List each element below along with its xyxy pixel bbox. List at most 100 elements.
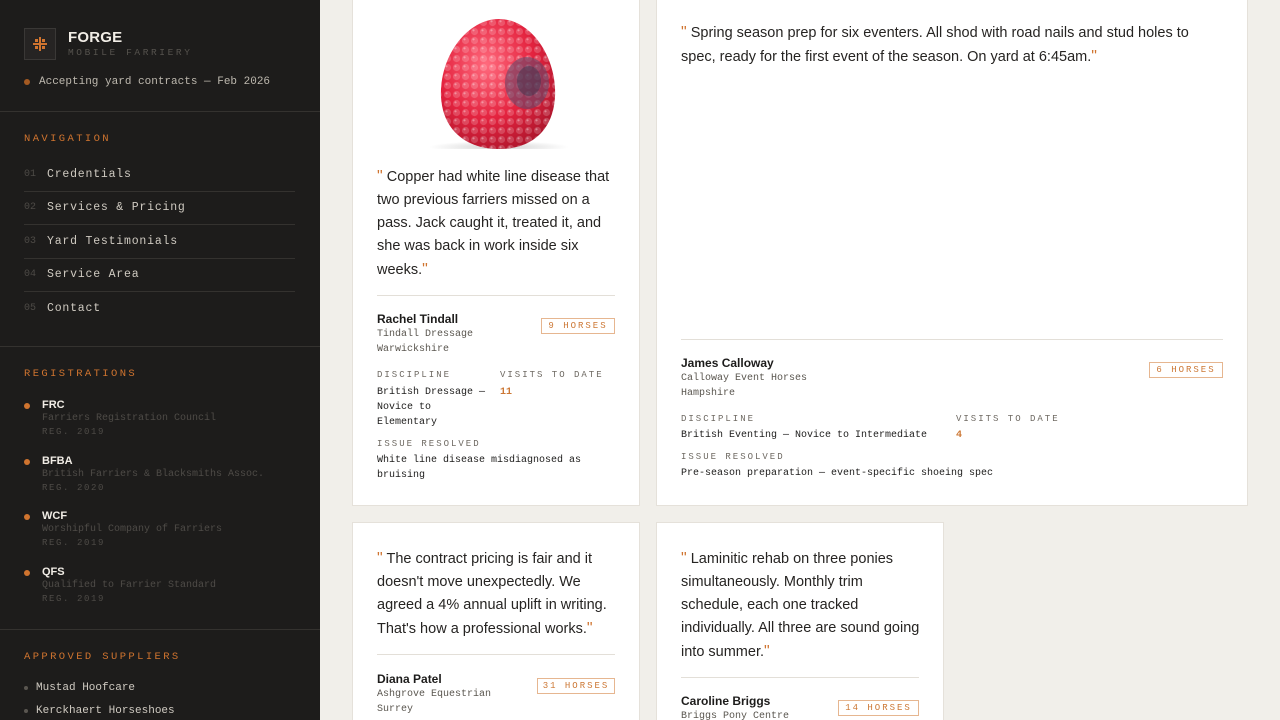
nav-item-number: 03 bbox=[24, 235, 37, 247]
client-name: Rachel Tindall bbox=[377, 312, 459, 326]
sidebar: FORGE MOBILE FARRIERY Accepting yard con… bbox=[0, 0, 320, 720]
close-quote-icon: " bbox=[1091, 48, 1097, 65]
nav-item-label: Credentials bbox=[47, 167, 132, 181]
client-name: Diana Patel bbox=[377, 672, 442, 686]
testimonial-quote: " Laminitic rehab on three ponies simult… bbox=[681, 547, 921, 664]
issue-label: ISSUE RESOLVED bbox=[377, 439, 481, 449]
bullet-icon bbox=[24, 570, 30, 577]
client-yard: Tindall Dressage bbox=[377, 329, 474, 340]
testimonial-card: " Spring season prep for six eventers. A… bbox=[656, 0, 1248, 506]
close-quote-icon: " bbox=[586, 620, 593, 637]
bullet-icon bbox=[24, 403, 30, 409]
registration-year: REG. 2019 bbox=[42, 538, 106, 549]
testimonial-card: " Copper had white line disease that two… bbox=[352, 0, 640, 506]
quote-text: Copper had white line disease that two p… bbox=[377, 169, 610, 278]
nav-item-contact[interactable]: 05 Contact bbox=[24, 292, 295, 326]
visits-value: 11 bbox=[500, 387, 513, 398]
registration-year: REG. 2019 bbox=[42, 594, 106, 605]
visits-label: VISITS TO DATE bbox=[956, 414, 1060, 424]
open-quote-icon: " bbox=[377, 168, 383, 185]
status-dot-icon bbox=[24, 79, 30, 85]
brand[interactable]: FORGE MOBILE FARRIERY bbox=[24, 28, 193, 60]
nav-item-number: 04 bbox=[24, 269, 37, 281]
nav-item-services-pricing[interactable]: 02 Services & Pricing bbox=[24, 192, 295, 225]
discipline-value: British Dressage — Novice to Elementary bbox=[377, 387, 486, 428]
forge-logo-icon bbox=[24, 28, 56, 60]
status-text: Accepting yard contracts — Feb 2026 bbox=[39, 76, 271, 88]
registration-name: Qualified to Farrier Standard bbox=[42, 580, 217, 592]
issue-value: White line disease misdiagnosed as bruis… bbox=[377, 455, 582, 481]
client-name: James Calloway bbox=[681, 356, 774, 370]
discipline-label: DISCIPLINE bbox=[377, 370, 452, 380]
bullet-icon bbox=[24, 458, 30, 465]
nav-item-label: Service Area bbox=[47, 268, 140, 282]
registration-code: BFBA bbox=[42, 454, 73, 467]
issue-label: ISSUE RESOLVED bbox=[681, 452, 785, 462]
supplier-name: Mustad Hoofcare bbox=[36, 681, 136, 694]
testimonial-photo bbox=[353, 0, 639, 153]
registration-name: Worshipful Company of Farriers bbox=[42, 524, 223, 536]
sidebar-divider bbox=[0, 629, 320, 630]
client-info: Rachel Tindall Tindall Dressage Warwicks… bbox=[377, 312, 473, 357]
nav-item-service-area[interactable]: 04 Service Area bbox=[24, 259, 295, 292]
client-info: Diana Patel Ashgrove Equestrian Surrey bbox=[377, 672, 491, 717]
sidebar-divider bbox=[0, 111, 320, 112]
client-county: Warwickshire bbox=[377, 344, 450, 355]
client-county: Hampshire bbox=[681, 388, 736, 399]
nav-item-yard-testimonials[interactable]: 03 Yard Testimonials bbox=[24, 225, 295, 259]
registration-name: British Farriers & Blacksmiths Assoc. bbox=[42, 468, 265, 480]
registration-name: Farriers Registration Council bbox=[42, 413, 217, 424]
registration-item: WCF Worshipful Company of Farriers REG. … bbox=[24, 509, 304, 565]
nav-item-number: 05 bbox=[24, 303, 37, 315]
registrations-list: FRC Farriers Registration Council REG. 2… bbox=[24, 398, 304, 621]
testimonial-card: " The contract pricing is fair and it do… bbox=[352, 522, 640, 720]
suppliers-heading: APPROVED SUPPLIERS bbox=[24, 651, 181, 663]
bullet-icon bbox=[24, 514, 30, 521]
discipline-value: British Eventing — Novice to Intermediat… bbox=[681, 430, 928, 441]
quote-text: Laminitic rehab on three ponies simultan… bbox=[681, 551, 920, 660]
quote-text: The contract pricing is fair and it does… bbox=[377, 551, 607, 637]
discipline-label: DISCIPLINE bbox=[681, 414, 756, 424]
brand-subtitle: MOBILE FARRIERY bbox=[68, 47, 193, 58]
supplier-name: Kerckhaert Horseshoes bbox=[36, 704, 175, 717]
client-yard: Ashgrove Equestrian bbox=[377, 689, 492, 700]
sidebar-divider bbox=[0, 346, 320, 347]
brand-title: FORGE bbox=[68, 29, 123, 46]
client-yard: Briggs Pony Centre bbox=[681, 711, 790, 720]
registration-code: WCF bbox=[42, 510, 68, 523]
testimonial-card: " Laminitic rehab on three ponies simult… bbox=[656, 522, 944, 720]
horses-badge: 14 HORSES bbox=[838, 700, 919, 716]
client-name: Caroline Briggs bbox=[681, 694, 771, 708]
open-quote-icon: " bbox=[681, 550, 687, 567]
card-divider bbox=[681, 677, 919, 678]
registration-item: FRC Farriers Registration Council REG. 2… bbox=[24, 398, 304, 454]
quote-text: Spring season prep for six eventers. All… bbox=[681, 25, 1189, 65]
supplier-item: Mustad Hoofcare bbox=[24, 676, 175, 699]
close-quote-icon: " bbox=[764, 643, 770, 660]
open-quote-icon: " bbox=[377, 550, 383, 567]
nav-item-label: Contact bbox=[47, 302, 101, 316]
nav-item-number: 01 bbox=[24, 168, 37, 180]
horses-badge: 6 HORSES bbox=[1149, 362, 1223, 378]
testimonial-quote: " The contract pricing is fair and it do… bbox=[377, 547, 617, 641]
client-info: Caroline Briggs Briggs Pony Centre bbox=[681, 694, 789, 720]
main-navigation: 01 Credentials 02 Services & Pricing 03 … bbox=[24, 158, 295, 326]
registration-year: REG. 2019 bbox=[42, 427, 106, 437]
registration-item: BFBA British Farriers & Blacksmiths Asso… bbox=[24, 454, 304, 510]
card-divider bbox=[377, 654, 615, 655]
client-county: Surrey bbox=[377, 704, 414, 715]
nav-item-credentials[interactable]: 01 Credentials bbox=[24, 158, 295, 192]
client-info: James Calloway Calloway Event Horses Ham… bbox=[681, 356, 807, 401]
registrations-heading: REGISTRATIONS bbox=[24, 368, 138, 380]
registration-code: FRC bbox=[42, 399, 65, 411]
testimonial-quote: " Copper had white line disease that two… bbox=[377, 165, 617, 282]
horses-badge: 9 HORSES bbox=[541, 318, 615, 334]
navigation-heading: NAVIGATION bbox=[24, 133, 112, 145]
horses-badge: 31 HORSES bbox=[537, 678, 615, 694]
testimonial-quote: " Spring season prep for six eventers. A… bbox=[681, 21, 1221, 69]
registration-code: QFS bbox=[42, 566, 65, 579]
open-quote-icon: " bbox=[681, 24, 687, 41]
visits-label: VISITS TO DATE bbox=[500, 370, 604, 380]
client-yard: Calloway Event Horses bbox=[681, 373, 808, 384]
nav-item-label: Services & Pricing bbox=[47, 201, 186, 215]
